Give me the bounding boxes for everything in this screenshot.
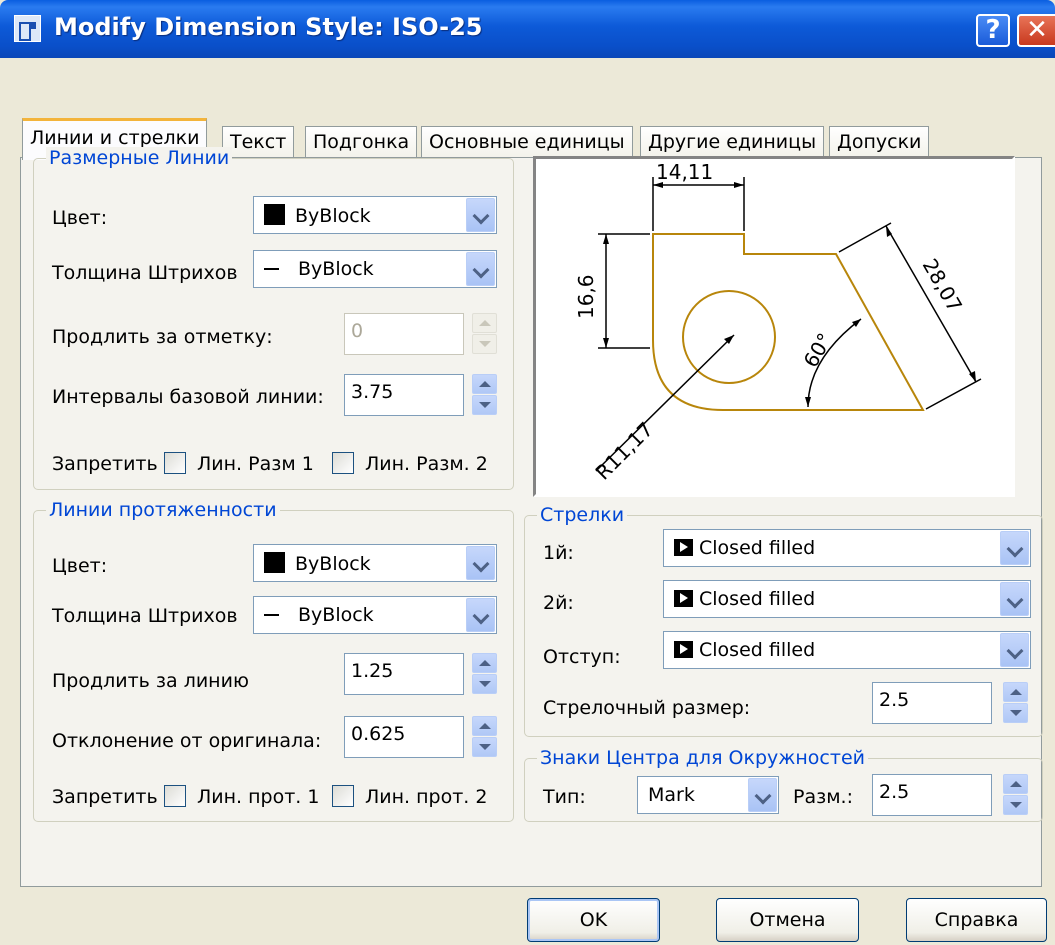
spin-up-icon[interactable] [472, 653, 497, 673]
color-swatch-icon [264, 552, 285, 573]
spin-up-icon[interactable] [472, 374, 497, 394]
center-size-stepper[interactable] [1003, 774, 1028, 816]
spin-up-icon[interactable] [1003, 682, 1028, 702]
ext-color-label: Цвет: [52, 555, 108, 577]
ext-extend-label: Продлить за линию [52, 670, 249, 692]
dimension-preview: 14,11 16,6 28,07 60° R11,17 [533, 156, 1015, 497]
chevron-down-icon[interactable] [1000, 531, 1029, 565]
arrow-leader-label: Отступ: [543, 646, 621, 668]
arrow-size-input[interactable]: 2.5 [872, 682, 992, 724]
chevron-down-icon[interactable] [1000, 582, 1029, 616]
ext-offset-label: Отклонение от оригинала: [52, 730, 322, 752]
dim-color-label: Цвет: [52, 207, 108, 229]
ext-offset-input[interactable]: 0.625 [344, 716, 464, 758]
ext-lineweight-select[interactable]: ByBlock [253, 596, 497, 634]
spin-down-icon[interactable] [472, 674, 497, 694]
dim-suppress-label: Запретить [52, 453, 158, 475]
ext-color-select[interactable]: ByBlock [253, 544, 497, 582]
arrow-first-select[interactable]: Closed filled [663, 529, 1031, 567]
preview-dim-angle: 60° [799, 329, 838, 372]
spin-down-icon[interactable] [1003, 703, 1028, 723]
dim-suppress1-checkbox[interactable] [164, 452, 186, 474]
chevron-down-icon[interactable] [466, 198, 495, 232]
center-marks-legend: Знаки Центра для Окружностей [537, 747, 868, 769]
ext-suppress-label: Запретить [52, 786, 158, 808]
ext-suppress1-label: Лин. прот. 1 [197, 786, 320, 808]
dim-suppress2-label: Лин. Разм. 2 [365, 453, 488, 475]
dim-color-select[interactable]: ByBlock [253, 196, 497, 234]
spin-down-icon[interactable] [1003, 795, 1028, 815]
spin-down-icon[interactable] [472, 395, 497, 415]
ext-suppress2-label: Лин. прот. 2 [365, 786, 488, 808]
arrow-leader-select[interactable]: Closed filled [663, 631, 1031, 669]
chevron-down-icon[interactable] [466, 598, 495, 632]
help-button[interactable]: Справка [906, 898, 1047, 942]
chevron-down-icon[interactable] [466, 252, 495, 286]
dim-baseline-label: Интервалы базовой линии: [52, 386, 324, 408]
tab-alternate-units[interactable]: Другие единицы [640, 126, 825, 158]
arrow-second-label: 2й: [543, 592, 574, 614]
spin-up-icon[interactable] [472, 716, 497, 736]
chevron-down-icon[interactable] [466, 546, 495, 580]
dimension-lines-legend: Размерные Линии [46, 147, 233, 169]
dim-extend-label: Продлить за отметку: [52, 326, 273, 348]
preview-dim-left: 16,6 [574, 274, 598, 319]
color-swatch-icon [264, 204, 285, 225]
center-size-input[interactable]: 2.5 [872, 774, 992, 816]
preview-dim-right: 28,07 [918, 255, 967, 317]
preview-dim-top: 14,11 [656, 160, 713, 184]
arrow-size-label: Стрелочный размер: [543, 697, 751, 719]
center-type-label: Тип: [543, 786, 586, 808]
dim-extend-stepper[interactable] [472, 313, 497, 355]
spin-down-icon[interactable] [472, 334, 497, 354]
cancel-button[interactable]: Отмена [716, 898, 859, 942]
dim-baseline-stepper[interactable] [472, 374, 497, 416]
arrow-first-label: 1й: [543, 542, 574, 564]
chevron-down-icon[interactable] [1000, 633, 1029, 667]
ext-suppress1-checkbox[interactable] [164, 785, 186, 807]
ext-extend-stepper[interactable] [472, 653, 497, 695]
tab-tolerances[interactable]: Допуски [829, 126, 930, 158]
title-bar[interactable]: Modify Dimension Style: ISO-25 ? ✕ [0, 0, 1055, 58]
chevron-down-icon[interactable] [748, 778, 777, 812]
tab-primary-units[interactable]: Основные единицы [421, 126, 633, 158]
arrowheads-legend: Стрелки [537, 504, 628, 526]
ext-offset-stepper[interactable] [472, 716, 497, 758]
ext-extend-input[interactable]: 1.25 [344, 653, 464, 695]
arrow-second-select[interactable]: Closed filled [663, 580, 1031, 618]
spin-up-icon[interactable] [472, 313, 497, 333]
center-type-select[interactable]: Mark [637, 776, 779, 814]
lineweight-icon [264, 614, 279, 616]
ok-button[interactable]: OK [527, 898, 660, 942]
window-title: Modify Dimension Style: ISO-25 [54, 13, 483, 41]
lineweight-icon [264, 268, 279, 270]
dim-baseline-input[interactable]: 3.75 [344, 374, 464, 416]
dim-lineweight-select[interactable]: ByBlock [253, 250, 497, 288]
close-icon[interactable]: ✕ [1017, 14, 1055, 47]
dim-suppress1-label: Лин. Разм 1 [197, 453, 314, 475]
tab-text[interactable]: Текст [222, 126, 295, 158]
extension-lines-legend: Линии протяженности [46, 499, 280, 521]
center-size-label: Разм.: [793, 786, 853, 808]
ext-lineweight-label: Толщина Штрихов [52, 605, 238, 627]
preview-dim-radius: R11,17 [591, 417, 658, 484]
ext-suppress2-checkbox[interactable] [332, 785, 354, 807]
spin-up-icon[interactable] [1003, 774, 1028, 794]
arrow-size-stepper[interactable] [1003, 682, 1028, 724]
arrowhead-icon [674, 590, 693, 607]
spin-down-icon[interactable] [472, 737, 497, 757]
dim-suppress2-checkbox[interactable] [332, 452, 354, 474]
tab-fit[interactable]: Подгонка [305, 126, 418, 158]
arrowhead-icon [674, 641, 693, 658]
dim-lineweight-label: Толщина Штрихов [52, 262, 238, 284]
app-icon [14, 15, 41, 42]
dim-extend-input[interactable]: 0 [344, 313, 464, 355]
help-icon[interactable]: ? [976, 14, 1010, 47]
arrowhead-icon [674, 539, 693, 556]
